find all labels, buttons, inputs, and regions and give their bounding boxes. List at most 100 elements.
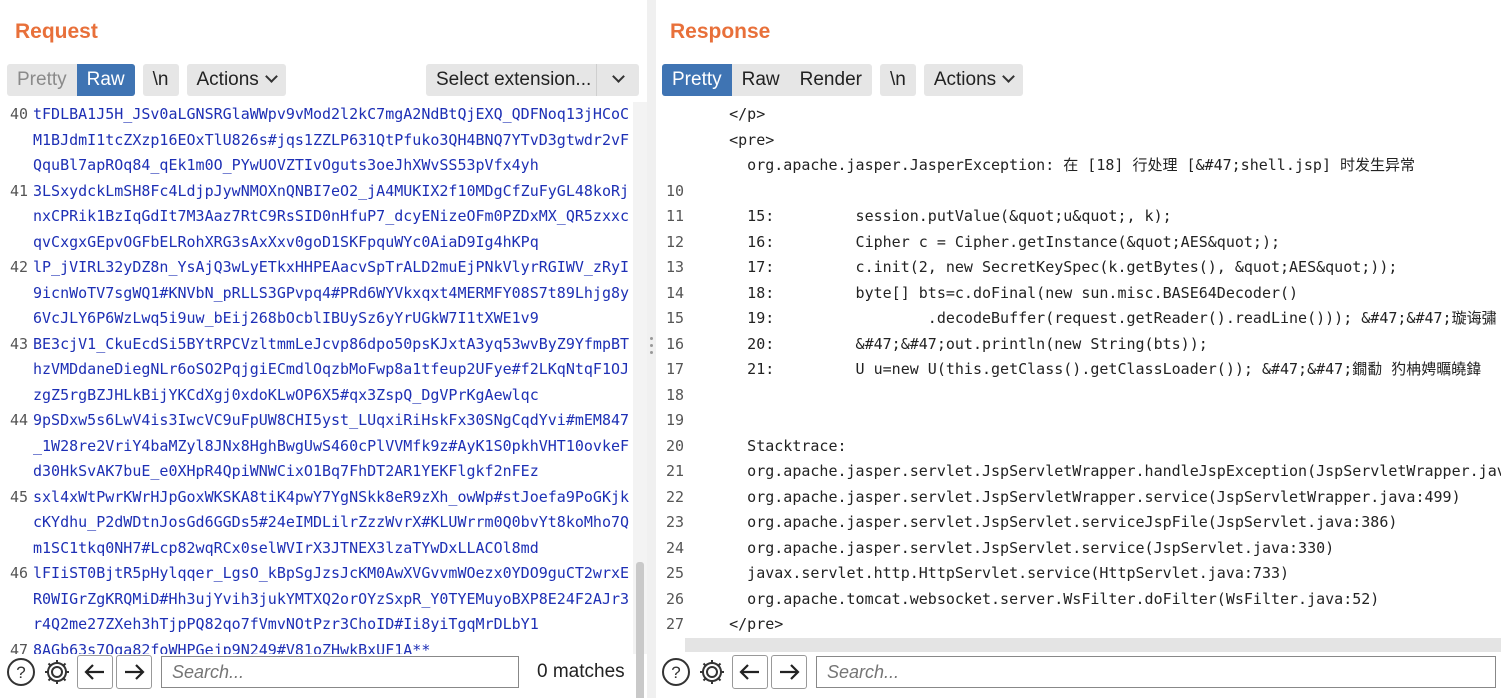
response-line: 10: [656, 179, 1501, 205]
line-number: [656, 102, 689, 128]
chevron-down-icon: [1002, 70, 1016, 83]
match-count: 0 matches: [537, 661, 625, 682]
line-code: <pre>: [693, 130, 775, 149]
line-code: lFIiST0BjtR5pHylqqer_LgsO_kBpSgJzsJcKM0A…: [33, 564, 630, 582]
response-newline-toggle[interactable]: \n: [880, 64, 916, 96]
help-icon[interactable]: ?: [660, 656, 692, 688]
arrow-left-icon[interactable]: [77, 655, 113, 689]
line-number: [0, 459, 33, 485]
request-tab-raw[interactable]: Raw: [76, 64, 135, 96]
scrollbar-thumb[interactable]: [636, 562, 644, 698]
request-line: 44 9pSDxw5s6LwV4is3IwcVC9uFpUW8CHI5yst_LU…: [0, 408, 633, 434]
splitter-grip-dot: [650, 344, 653, 347]
request-newline-toggle[interactable]: \n: [143, 64, 179, 96]
request-line: 43 BE3cjV1_CkuEcdSi5BYtRPCVzltmmLeJcvp86d…: [0, 332, 633, 358]
line-number: 18: [665, 385, 684, 404]
response-line: 14 18: byte[] bts=c.doFinal(new sun.misc…: [656, 281, 1501, 307]
response-editor[interactable]: </p> <pre> org.apache.jasper.JasperExcep…: [656, 102, 1501, 654]
line-number: [656, 153, 689, 179]
line-number: [0, 204, 33, 230]
response-tab-render[interactable]: Render: [790, 64, 872, 96]
line-code: org.apache.jasper.servlet.JspServlet.ser…: [693, 538, 1335, 557]
response-line: 22 org.apache.jasper.servlet.JspServletW…: [656, 485, 1501, 511]
line-number: 13: [665, 258, 684, 276]
help-icon[interactable]: ?: [5, 656, 37, 688]
response-line: 24 org.apache.jasper.servlet.JspServlet.…: [656, 536, 1501, 562]
request-title: Request: [15, 20, 98, 43]
response-line: 21 org.apache.jasper.servlet.JspServletW…: [656, 459, 1501, 485]
line-number: 15: [665, 309, 684, 327]
line-code: cKYdhu_P2dWDtnJosGd6GGDs5#24eIMDLilrZzzW…: [33, 513, 630, 531]
response-tab-raw[interactable]: Raw: [732, 64, 790, 96]
line-number: 10: [665, 181, 684, 200]
response-actions-button[interactable]: Actions: [924, 64, 1023, 96]
select-extension-label: Select extension...: [436, 69, 592, 90]
line-code: 15: session.putValue(&quot;u&quot;, k);: [693, 207, 1172, 225]
gear-icon[interactable]: [696, 656, 728, 688]
response-search-input[interactable]: [816, 656, 1496, 688]
line-code: m1SC1tkq0NH7#Lcp82wqRCx0selWVIrX3JTNEX3l…: [33, 538, 539, 557]
line-number: 43: [9, 334, 28, 353]
request-editor[interactable]: 40 tFDLBA1J5H_JSv0aLGNSRGlaWWpv9vMod2l2kC…: [0, 102, 633, 654]
chevron-down-icon: [264, 70, 278, 83]
request-line: cKYdhu_P2dWDtnJosGd6GGDs5#24eIMDLilrZzzW…: [0, 510, 633, 536]
response-horizontal-scrollbar[interactable]: [685, 638, 1501, 652]
arrow-right-icon[interactable]: [116, 655, 152, 689]
line-code: 3LSxydckLmSH8Fc4LdjpJywNMOXnQNBI7eO2_jA4…: [33, 181, 630, 200]
line-number: 12: [665, 232, 684, 251]
line-code: Stacktrace:: [693, 436, 847, 455]
line-code: 9icnWoTV7sgWQ1#KNVbN_pRLLS3GPvpq4#PRd6WY…: [33, 283, 630, 302]
arrow-right-icon[interactable]: [771, 655, 807, 689]
response-line: 23 org.apache.jasper.servlet.JspServlet.…: [656, 510, 1501, 536]
response-line: org.apache.jasper.JasperException: 在 [18…: [656, 153, 1501, 179]
line-code: 17: c.init(2, new SecretKeySpec(k.getByt…: [693, 258, 1398, 276]
line-number: 16: [665, 334, 684, 353]
response-pane: Response Pretty Raw Render \n Actions </…: [656, 0, 1501, 698]
request-line: 42 lP_jVIRL32yDZ8n_YsAjQ3wLyETkxHHPEAacvS…: [0, 255, 633, 281]
request-vertical-scrollbar[interactable]: [633, 102, 647, 698]
line-number: 21: [665, 462, 684, 480]
line-number: 45: [9, 487, 28, 506]
line-number: 27: [665, 615, 684, 633]
line-number: 42: [9, 258, 28, 276]
line-code: 6VcJLY6P6WzLwq5i9uw_bEij268bOcblIBUySz6y…: [33, 309, 539, 327]
request-line: 41 3LSxydckLmSH8Fc4LdjpJywNMOXnQNBI7eO2_j…: [0, 179, 633, 205]
request-actions-button[interactable]: Actions: [187, 64, 286, 96]
line-number: 41: [9, 181, 28, 200]
response-line: 19: [656, 408, 1501, 434]
request-tab-pretty[interactable]: Pretty: [7, 64, 77, 96]
chevron-down-icon: [596, 64, 639, 96]
select-extension-dropdown[interactable]: Select extension...: [426, 64, 639, 96]
response-tabs: Pretty Raw Render \n Actions: [662, 64, 1031, 96]
line-number: [0, 306, 33, 332]
request-view-tabs: Pretty Raw: [7, 64, 135, 96]
request-line: d30HkSvAK7buE_e0XHpR4QpiWNWCixO1Bq7FhDT2…: [0, 459, 633, 485]
request-line: 46 lFIiST0BjtR5pHylqqer_LgsO_kBpSgJzsJcKM…: [0, 561, 633, 587]
line-number: [0, 153, 33, 179]
line-number: 14: [665, 283, 684, 302]
line-code: </pre>: [693, 615, 784, 633]
line-code: 21: U u=new U(this.getClass().getClassLo…: [693, 360, 1482, 378]
gear-icon[interactable]: [41, 656, 73, 688]
response-newline-toggle-group: \n: [879, 64, 916, 96]
response-tab-pretty[interactable]: Pretty: [662, 64, 732, 96]
line-number: [0, 612, 33, 638]
request-actions-group: Actions: [186, 64, 286, 96]
response-actions-label: Actions: [933, 69, 997, 90]
line-code: javax.servlet.http.HttpServlet.service(H…: [693, 564, 1290, 582]
request-line: _1W28re2VriY4baMZyl8JNx8HghBwgUwS460cPlV…: [0, 434, 633, 460]
response-line: 15 19: .decodeBuffer(request.getReader()…: [656, 306, 1501, 332]
line-code: qvCxgxGEpvOGFbELRohXRG3sAxXxv0goD1SKFpqu…: [33, 232, 539, 251]
request-line: 40 tFDLBA1J5H_JSv0aLGNSRGlaWWpv9vMod2l2kC…: [0, 102, 633, 128]
response-view-tabs: Pretty Raw Render: [662, 64, 872, 96]
line-number: [656, 128, 689, 154]
line-number: 46: [9, 564, 28, 582]
svg-text:?: ?: [671, 663, 680, 682]
pane-splitter[interactable]: [647, 0, 656, 698]
response-line: 18: [656, 383, 1501, 409]
arrow-left-icon[interactable]: [732, 655, 768, 689]
request-search-input[interactable]: [161, 656, 519, 688]
line-number: [0, 230, 33, 256]
request-actions-label: Actions: [196, 69, 259, 90]
